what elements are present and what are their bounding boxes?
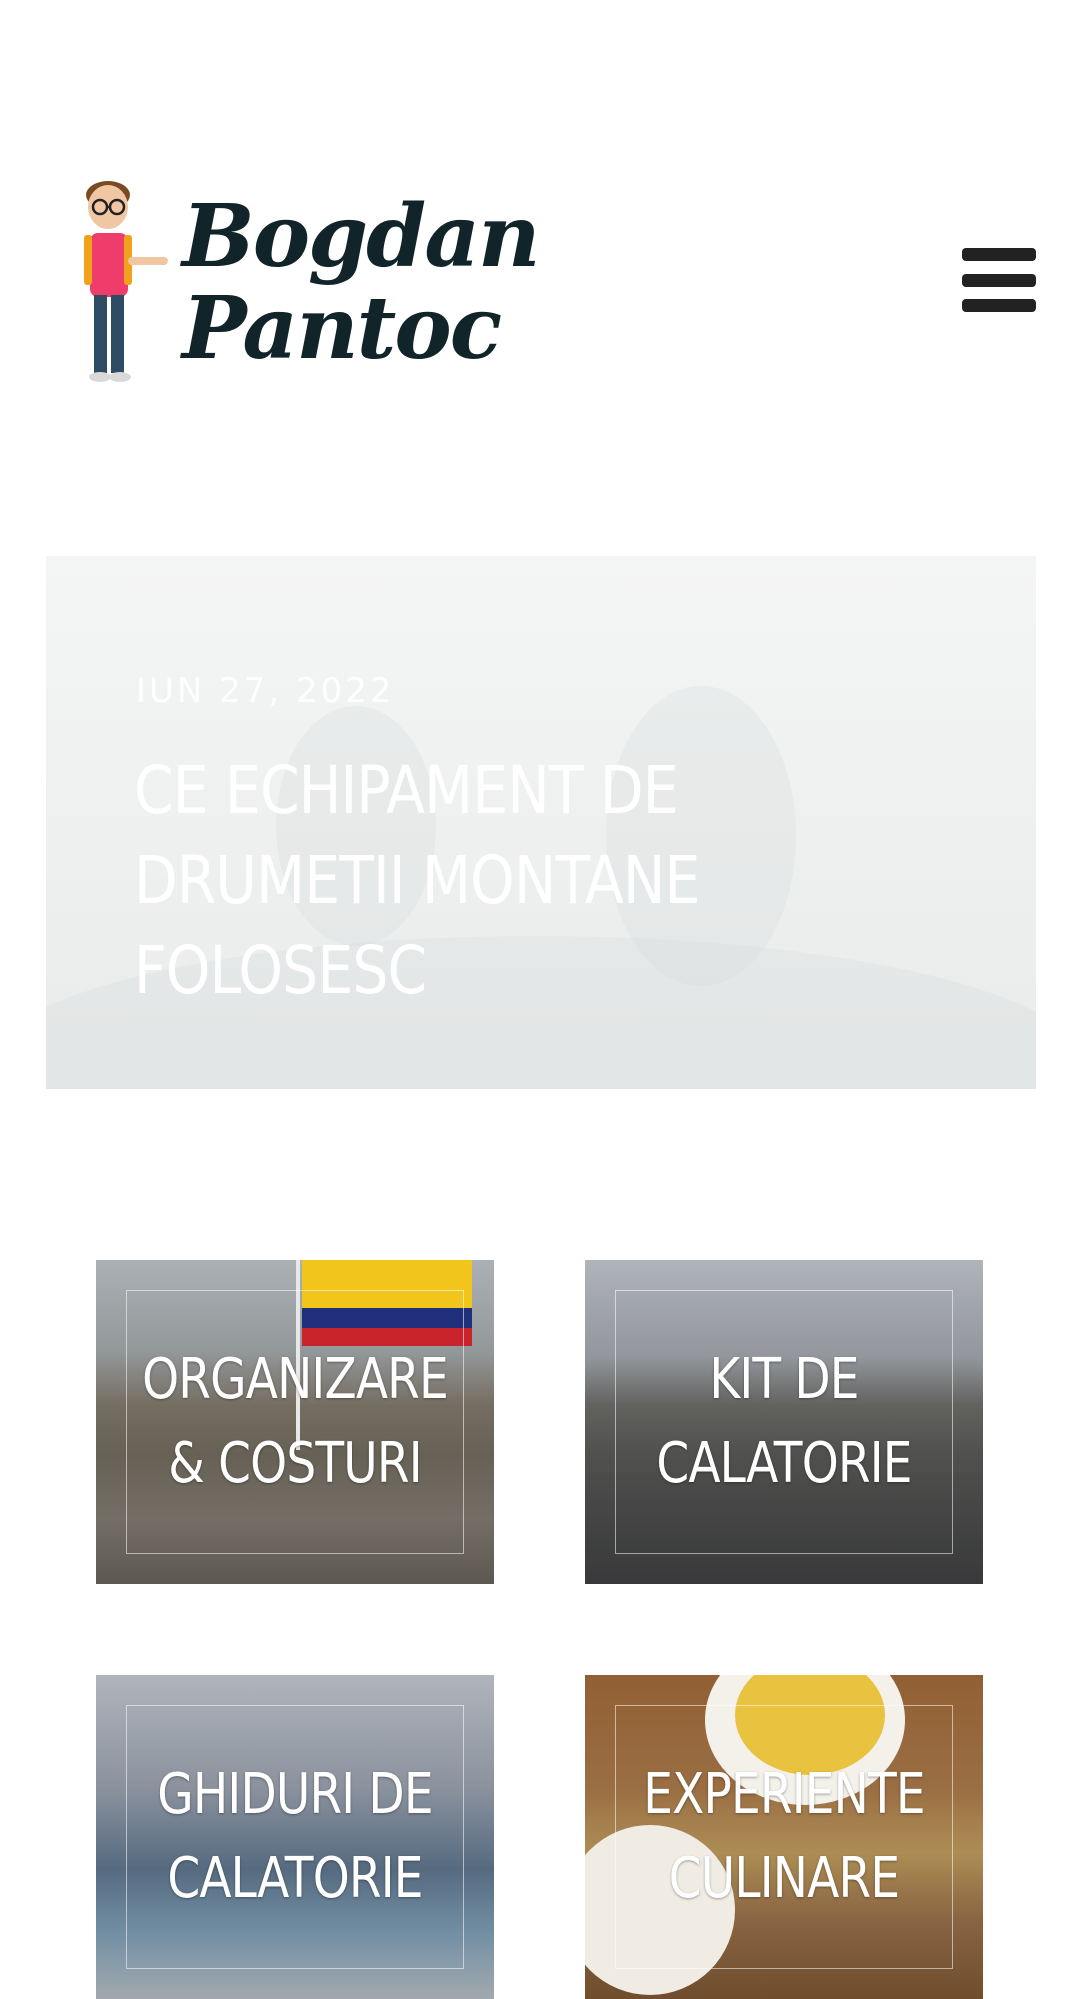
category-label: GHIDURI DE CALATORIE: [157, 1762, 433, 1911]
featured-post-card[interactable]: IUN 27, 2022 CE ECHIPAMENT DE DRUMETII M…: [46, 556, 1036, 1089]
menu-bar: [962, 273, 1036, 287]
category-label: KIT DE CALATORIE: [656, 1347, 912, 1496]
category-tile-ghiduri-de-calatorie[interactable]: GHIDURI DE CALATORIE: [96, 1675, 494, 1999]
menu-bar: [962, 299, 1036, 312]
category-tile-experiente-culinare[interactable]: EXPERIENTE CULINARE: [585, 1675, 983, 1999]
category-label: ORGANIZARE & COSTURI: [142, 1347, 449, 1496]
backpacker-mascot-icon: [78, 173, 178, 393]
category-label: EXPERIENTE CULINARE: [643, 1762, 925, 1911]
hamburger-menu-icon[interactable]: [962, 248, 1036, 312]
logo-wordmark: Bogdan Pantoc: [182, 186, 541, 379]
site-logo[interactable]: Bogdan Pantoc: [78, 168, 548, 398]
logo-line-2: Pantoc: [182, 278, 502, 379]
category-tile-kit-de-calatorie[interactable]: KIT DE CALATORIE: [585, 1260, 983, 1584]
logo-line-1: Bogdan: [182, 186, 541, 287]
post-title[interactable]: CE ECHIPAMENT DE DRUMETII MONTANE FOLOSE…: [134, 746, 839, 1016]
menu-bar: [962, 248, 1036, 261]
category-tile-organizare-costuri[interactable]: ORGANIZARE & COSTURI: [96, 1260, 494, 1584]
post-date: IUN 27, 2022: [136, 671, 395, 711]
